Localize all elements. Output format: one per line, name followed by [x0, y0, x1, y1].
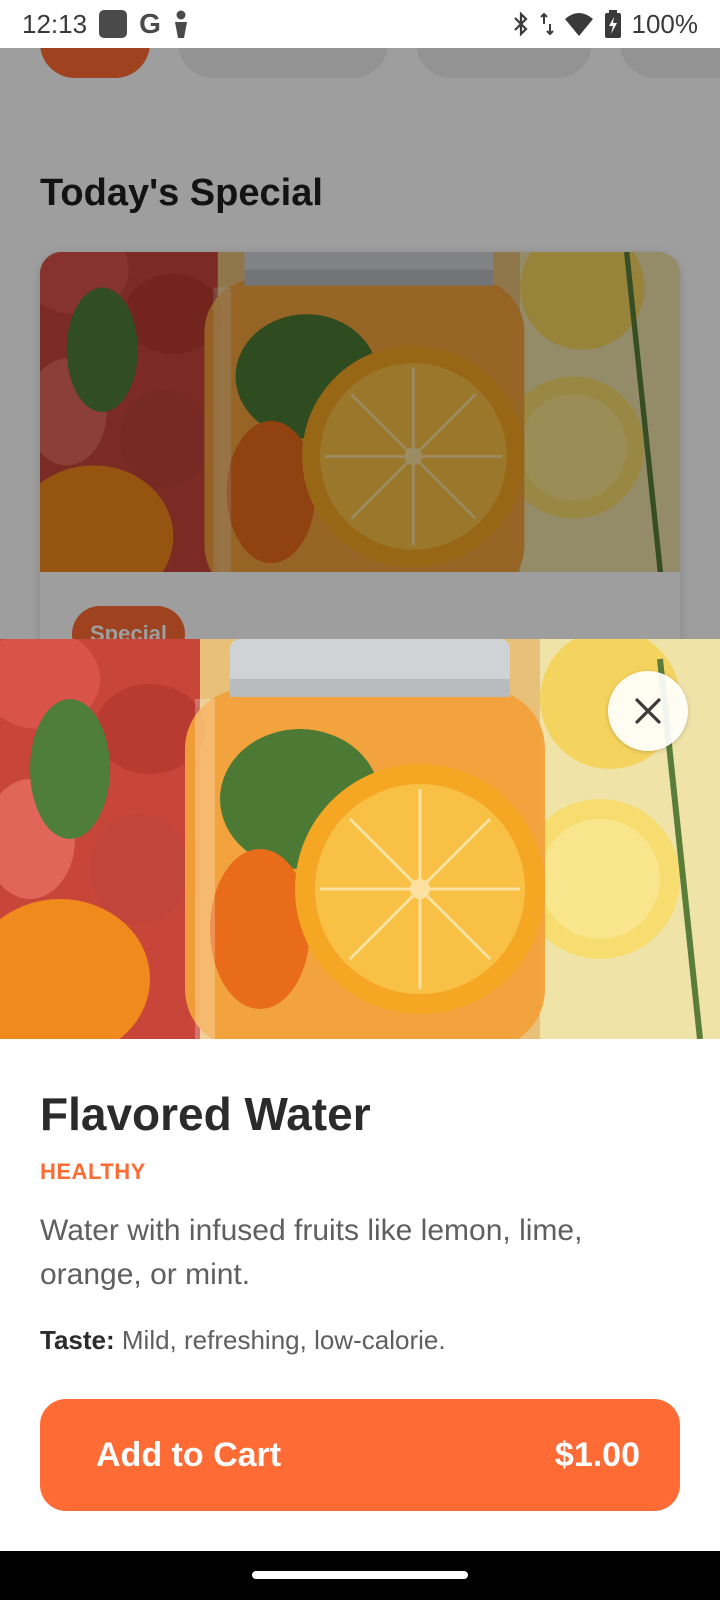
person-icon — [174, 10, 187, 38]
product-detail-sheet: Flavored Water HEALTHY Water with infuse… — [0, 639, 720, 1551]
home-handle[interactable] — [252, 1571, 468, 1579]
taste-value: Mild, refreshing, low-calorie. — [121, 1325, 446, 1355]
price-label: $1.00 — [554, 1435, 640, 1474]
modal-scrim[interactable] — [0, 48, 720, 640]
status-left: 12:13 G — [22, 8, 189, 40]
close-icon — [635, 698, 661, 724]
close-button[interactable] — [608, 671, 688, 751]
status-time: 12:13 — [22, 8, 88, 39]
product-title: Flavored Water — [40, 1088, 371, 1140]
product-image — [0, 639, 720, 1039]
google-icon: G — [139, 8, 161, 39]
product-description: Water with infused fruits like lemon, li… — [40, 1214, 583, 1291]
battery-percent: 100% — [631, 8, 699, 39]
taste-line: Taste: Mild, refreshing, low-calorie. — [40, 1325, 446, 1356]
navigation-bar — [0, 1551, 720, 1600]
status-bar: 12:13 G 100% — [0, 0, 720, 48]
wifi-icon — [564, 13, 593, 36]
bluetooth-icon — [513, 11, 528, 37]
battery-charging-icon — [604, 10, 621, 38]
add-to-cart-label: Add to Cart — [96, 1435, 282, 1474]
data-arrows-icon — [539, 12, 554, 36]
taste-label: Taste: — [40, 1325, 115, 1355]
status-right: 100% — [512, 8, 699, 40]
product-category: HEALTHY — [40, 1159, 146, 1184]
add-to-cart-button[interactable]: Add to Cart $1.00 — [40, 1399, 680, 1511]
notification-square-icon — [99, 10, 128, 38]
